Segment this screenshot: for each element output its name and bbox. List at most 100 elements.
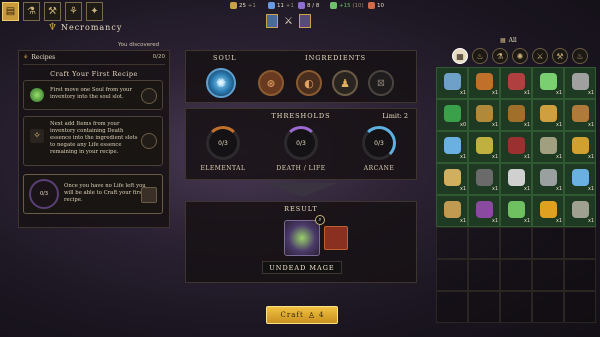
empty-inventory-slot[interactable] <box>500 259 532 291</box>
craft-button[interactable]: Craft ♙ 4 <box>266 306 338 324</box>
inventory-slot[interactable]: x1 <box>500 131 532 163</box>
inventory-item-icon <box>572 201 589 218</box>
tab-necromancy-icon[interactable]: ⚘ <box>65 2 82 21</box>
inventory-slot[interactable]: x1 <box>532 163 564 195</box>
empty-inventory-slot[interactable] <box>500 227 532 259</box>
inventory-item-icon <box>476 73 493 90</box>
fire-icon <box>368 2 375 9</box>
slots-icon <box>298 2 305 9</box>
filter-material-button[interactable]: ✺ <box>512 48 528 64</box>
filter-potion-button[interactable]: ⚗ <box>492 48 508 64</box>
inventory-slot[interactable]: x1 <box>500 195 532 227</box>
item-count: x1 <box>524 218 531 224</box>
filter-tool-button[interactable]: ⚒ <box>552 48 568 64</box>
empty-inventory-slot[interactable] <box>468 227 500 259</box>
item-count: x1 <box>460 154 467 160</box>
item-count: x1 <box>588 122 595 128</box>
result-secondary-icon[interactable] <box>324 226 348 250</box>
empty-inventory-slot[interactable] <box>564 259 596 291</box>
recipes-header: ⚘ Recipes <box>23 54 55 61</box>
ingredient-slot-1[interactable]: ⊛ <box>258 70 284 96</box>
shield-item-icon: ⊛ <box>266 76 276 90</box>
empty-inventory-slot[interactable] <box>468 259 500 291</box>
recipe-step-1-text: First move one Soul from your inventory … <box>50 87 132 100</box>
tab-crafting-icon[interactable]: ⚒ <box>44 2 61 21</box>
inventory-slot[interactable]: x1 <box>500 67 532 99</box>
tab-alchemy-icon[interactable]: ⚗ <box>23 2 40 21</box>
inventory-slot[interactable]: x1 <box>532 99 564 131</box>
inventory-item-icon <box>444 105 461 122</box>
empty-inventory-slot[interactable] <box>436 291 468 323</box>
filter-all-button[interactable]: ▦ <box>452 48 468 64</box>
recipes-icon: ⚘ <box>23 54 29 61</box>
arrow-down-icon <box>266 183 338 197</box>
necro-hand-icon[interactable] <box>298 14 311 28</box>
threshold-ring-icon: 0/3 <box>29 179 59 209</box>
recipe-step-3-text: Once you have no Life left you will be a… <box>64 183 146 203</box>
tab-fire-icon[interactable]: ✦ <box>86 2 103 21</box>
inventory-slot[interactable]: x1 <box>532 67 564 99</box>
inventory-item-icon <box>508 201 525 218</box>
arcane-label: Arcane <box>363 165 395 172</box>
item-count: x1 <box>588 154 595 160</box>
inventory-slot[interactable]: x1 <box>468 195 500 227</box>
necromancy-title-row: ♆ Necromancy <box>48 22 122 33</box>
item-count: x1 <box>492 154 499 160</box>
empty-inventory-slot[interactable] <box>564 227 596 259</box>
inventory-slot[interactable]: x1 <box>532 195 564 227</box>
tab-book-icon[interactable]: ▤ <box>2 2 19 21</box>
inventory-slot[interactable]: x1 <box>436 67 468 99</box>
inventory-slot[interactable]: x1 <box>436 131 468 163</box>
result-main-icon[interactable] <box>284 220 320 256</box>
inventory-item-icon <box>476 137 493 154</box>
empty-inventory-slot[interactable] <box>500 291 532 323</box>
necromancy-icon: ♆ <box>48 22 57 33</box>
character-portrait-icon[interactable] <box>266 14 278 28</box>
inventory-slot[interactable]: x1 <box>468 67 500 99</box>
soul-wisp-icon <box>30 88 44 102</box>
empty-inventory-slot[interactable] <box>532 259 564 291</box>
soul-slot[interactable]: ✺ <box>206 68 236 98</box>
ingredient-slot-3[interactable]: ♟ <box>332 70 358 96</box>
inventory-slot[interactable]: x1 <box>500 99 532 131</box>
blue-wisp-icon: ✺ <box>215 76 227 90</box>
inventory-slot[interactable]: x1 <box>532 131 564 163</box>
inventory-slot[interactable]: x1 <box>436 163 468 195</box>
resource-mana: 11 +1 <box>268 2 294 9</box>
inventory-slot[interactable]: x0 <box>436 99 468 131</box>
ingredient-slot-icon <box>141 133 157 149</box>
inventory-item-icon <box>572 137 589 154</box>
inventory-slot[interactable]: x1 <box>564 67 596 99</box>
filter-weapon-button[interactable]: ⚔ <box>532 48 548 64</box>
inventory-slot[interactable]: x1 <box>564 131 596 163</box>
empty-inventory-slot[interactable] <box>436 227 468 259</box>
inventory-slot[interactable]: x1 <box>468 99 500 131</box>
inventory-item-icon <box>540 105 557 122</box>
item-count: x1 <box>556 218 563 224</box>
item-count: x1 <box>556 154 563 160</box>
empty-inventory-slot[interactable] <box>468 291 500 323</box>
empty-inventory-slot[interactable] <box>436 259 468 291</box>
inventory-slot[interactable]: x1 <box>436 195 468 227</box>
ingredient-slot-2[interactable]: ◐ <box>296 70 322 96</box>
item-count: x1 <box>556 186 563 192</box>
limit-label: Limit: 2 <box>382 112 408 120</box>
inventory-slot[interactable]: x1 <box>500 163 532 195</box>
inventory-slot[interactable]: x1 <box>564 195 596 227</box>
arcane-ring: 0/3 <box>362 126 396 160</box>
soul-slot-icon <box>141 88 157 104</box>
empty-inventory-slot[interactable] <box>564 291 596 323</box>
empty-inventory-slot[interactable] <box>532 291 564 323</box>
inventory-slot[interactable]: x1 <box>564 99 596 131</box>
crossed-tools-icon[interactable]: ⚔ <box>284 16 293 27</box>
inventory-item-icon <box>444 137 461 154</box>
inventory-slot[interactable]: x1 <box>468 163 500 195</box>
empty-inventory-slot[interactable] <box>532 227 564 259</box>
inventory-slot[interactable]: x1 <box>564 163 596 195</box>
death-life-ring: 0/3 <box>284 126 318 160</box>
inventory-slot[interactable]: x1 <box>468 131 500 163</box>
zoom-icon[interactable]: ⌕ <box>315 215 325 225</box>
filter-misc-button[interactable]: ♨ <box>572 48 588 64</box>
inventory-item-icon <box>444 73 461 90</box>
filter-fire-button[interactable]: ♨ <box>472 48 488 64</box>
